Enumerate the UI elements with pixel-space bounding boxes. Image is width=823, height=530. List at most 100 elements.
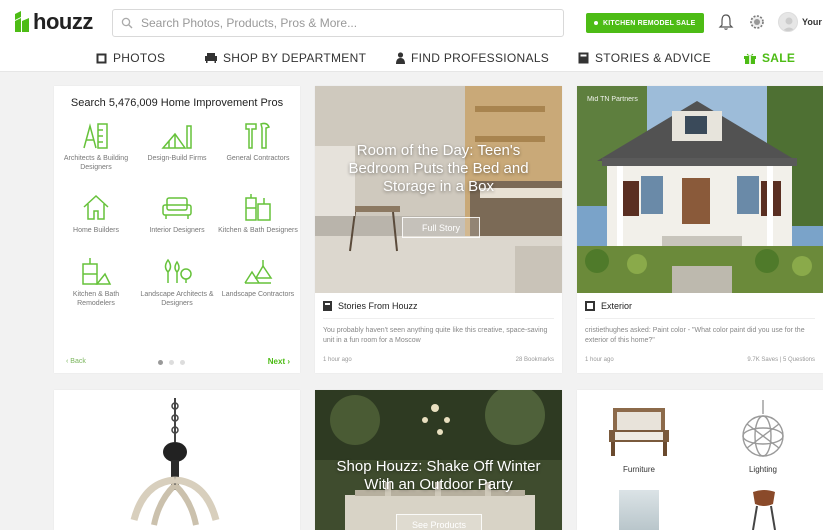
pro-category-label: Home Builders	[73, 227, 119, 234]
nav-photos[interactable]: PHOTOS	[96, 51, 165, 65]
full-story-button[interactable]: Full Story	[402, 217, 480, 238]
exterior-timestamp: 1 hour ago	[585, 357, 614, 363]
search-input[interactable]	[141, 16, 541, 30]
professional-icon	[396, 52, 405, 64]
pro-category-label: Landscape Contractors	[221, 291, 295, 298]
category-furniture[interactable]: Furniture	[599, 400, 679, 474]
pros-back-link[interactable]: ‹ Back	[66, 358, 86, 365]
story-description: You probably haven't seen anything quite…	[323, 327, 548, 344]
pro-category-general-contractors[interactable]: General Contractors	[217, 120, 299, 163]
pro-category-landscape-architects[interactable]: Landscape Architects & Designers	[136, 256, 218, 308]
user-avatar[interactable]	[778, 12, 798, 32]
category-lighting-label: Lighting	[748, 465, 778, 474]
sale-dot-icon	[594, 21, 598, 25]
carousel-dots	[158, 360, 185, 365]
architect-icon	[83, 123, 108, 149]
category-lighting[interactable]: Lighting	[723, 400, 803, 474]
carousel-dot[interactable]	[169, 360, 174, 365]
search-icon	[113, 10, 141, 36]
find-pros-card: Search 5,476,009 Home Improvement Pros A…	[54, 86, 300, 373]
story-card[interactable]: Room of the Day: Teen's Bedroom Puts the…	[315, 86, 562, 373]
pro-category-architects[interactable]: Architects & Building Designers	[55, 120, 137, 172]
pros-next-link[interactable]: Next ›	[268, 357, 290, 366]
logo-text: houzz	[33, 9, 93, 34]
remodel-icon	[82, 258, 112, 285]
search-bar[interactable]	[112, 9, 564, 37]
houzz-logo[interactable]: houzz	[14, 9, 93, 35]
pro-category-landscape-contractors[interactable]: Landscape Contractors	[217, 256, 299, 299]
kitchen-icon	[245, 194, 271, 221]
nav-stories-label: STORIES & ADVICE	[595, 51, 711, 65]
pro-category-label: Kitchen & Bath Remodelers	[72, 291, 120, 307]
main-nav: PHOTOS SHOP BY DEPARTMENT FIND PROFESSIO…	[0, 44, 823, 72]
story-bookmarks[interactable]: 28 Bookmarks	[516, 357, 554, 363]
house-icon	[83, 194, 109, 220]
pro-category-label: Landscape Architects & Designers	[140, 291, 214, 307]
photos-icon	[585, 301, 595, 311]
photo-credit[interactable]: Mid TN Partners	[587, 96, 638, 103]
landscape-contractor-icon	[244, 260, 273, 284]
ideabook-gear-icon[interactable]	[747, 12, 767, 32]
exterior-photo-card[interactable]: Mid TN Partners Exterior cristiethughes …	[577, 86, 823, 373]
pro-category-kitchen-bath-designers[interactable]: Kitchen & Bath Designers	[217, 192, 299, 235]
bar-stool-icon[interactable]	[747, 488, 781, 530]
nav-find-pros-label: FIND PROFESSIONALS	[411, 51, 550, 65]
nav-stories-advice[interactable]: STORIES & ADVICE	[578, 51, 711, 65]
pro-category-design-build[interactable]: Design-Build Firms	[136, 120, 218, 163]
pro-category-label: Architects & Building Designers	[63, 155, 129, 171]
orb-chandelier-icon	[742, 400, 784, 457]
contractor-tools-icon	[245, 122, 270, 149]
shop-overlay-title: Shop Houzz: Shake Off Winter With an Out…	[336, 458, 541, 493]
carousel-dot[interactable]	[158, 360, 163, 365]
story-source[interactable]: Stories From Houzz	[323, 301, 418, 311]
house-exterior-photo	[577, 86, 823, 293]
notifications-bell-icon[interactable]	[718, 13, 734, 31]
divider	[323, 318, 554, 319]
shop-houzz-card[interactable]: Shop Houzz: Shake Off Winter With an Out…	[315, 390, 562, 530]
story-overlay-title: Room of the Day: Teen's Bedroom Puts the…	[348, 142, 529, 195]
houzz-logo-mark-icon	[15, 11, 29, 32]
photos-icon	[96, 53, 107, 64]
category-furniture-label: Furniture	[622, 465, 655, 474]
see-products-button[interactable]: See Products	[396, 514, 482, 530]
stories-book-icon	[578, 52, 589, 64]
design-build-icon	[161, 125, 192, 149]
bath-product-thumbnail[interactable]	[619, 490, 659, 530]
exterior-category[interactable]: Exterior	[585, 301, 632, 311]
landscape-icon	[164, 258, 192, 283]
nav-sale-label: SALE	[762, 51, 796, 65]
sofa-nav-icon	[205, 53, 217, 63]
nav-shop-label: SHOP BY DEPARTMENT	[223, 51, 367, 65]
avatar-silhouette-icon	[782, 17, 796, 31]
chandelier-photo	[130, 398, 220, 526]
carousel-dot[interactable]	[180, 360, 185, 365]
story-photo[interactable]: Room of the Day: Teen's Bedroom Puts the…	[315, 86, 562, 293]
top-bar: houzz KITCHEN REMODEL SALE Your	[0, 0, 823, 44]
pro-category-label: Design-Build Firms	[147, 155, 207, 162]
nav-sale[interactable]: SALE	[744, 51, 795, 65]
shop-categories-card: Furniture Lighting	[577, 390, 823, 530]
pro-category-interior-designers[interactable]: Interior Designers	[136, 192, 218, 235]
sofa-icon	[162, 197, 192, 219]
nav-photos-label: PHOTOS	[113, 51, 166, 65]
pro-category-label: Interior Designers	[149, 227, 205, 234]
kitchen-remodel-sale-button[interactable]: KITCHEN REMODEL SALE	[586, 13, 704, 33]
nav-shop-by-department[interactable]: SHOP BY DEPARTMENT	[205, 51, 366, 65]
exterior-category-label: Exterior	[601, 301, 633, 311]
chandelier-product-card[interactable]	[54, 390, 300, 530]
pro-category-home-builders[interactable]: Home Builders	[55, 192, 137, 235]
story-timestamp: 1 hour ago	[323, 357, 352, 363]
nav-find-professionals[interactable]: FIND PROFESSIONALS	[396, 51, 549, 65]
divider	[585, 318, 815, 319]
armchair-icon	[609, 408, 669, 456]
pro-category-label: General Contractors	[226, 155, 290, 162]
pro-category-label: Kitchen & Bath Designers	[218, 227, 298, 234]
pro-category-kitchen-bath-remodelers[interactable]: Kitchen & Bath Remodelers	[55, 256, 137, 308]
exterior-stats[interactable]: 9.7K Saves | 5 Questions	[747, 357, 815, 363]
pros-card-title: Search 5,476,009 Home Improvement Pros	[70, 97, 284, 109]
sale-button-label: KITCHEN REMODEL SALE	[603, 19, 696, 27]
exterior-description: cristiethughes asked: Paint color - "Wha…	[585, 327, 805, 344]
user-menu-label[interactable]: Your	[802, 17, 822, 27]
story-source-label: Stories From Houzz	[338, 301, 418, 311]
exterior-photo[interactable]: Mid TN Partners	[577, 86, 823, 293]
